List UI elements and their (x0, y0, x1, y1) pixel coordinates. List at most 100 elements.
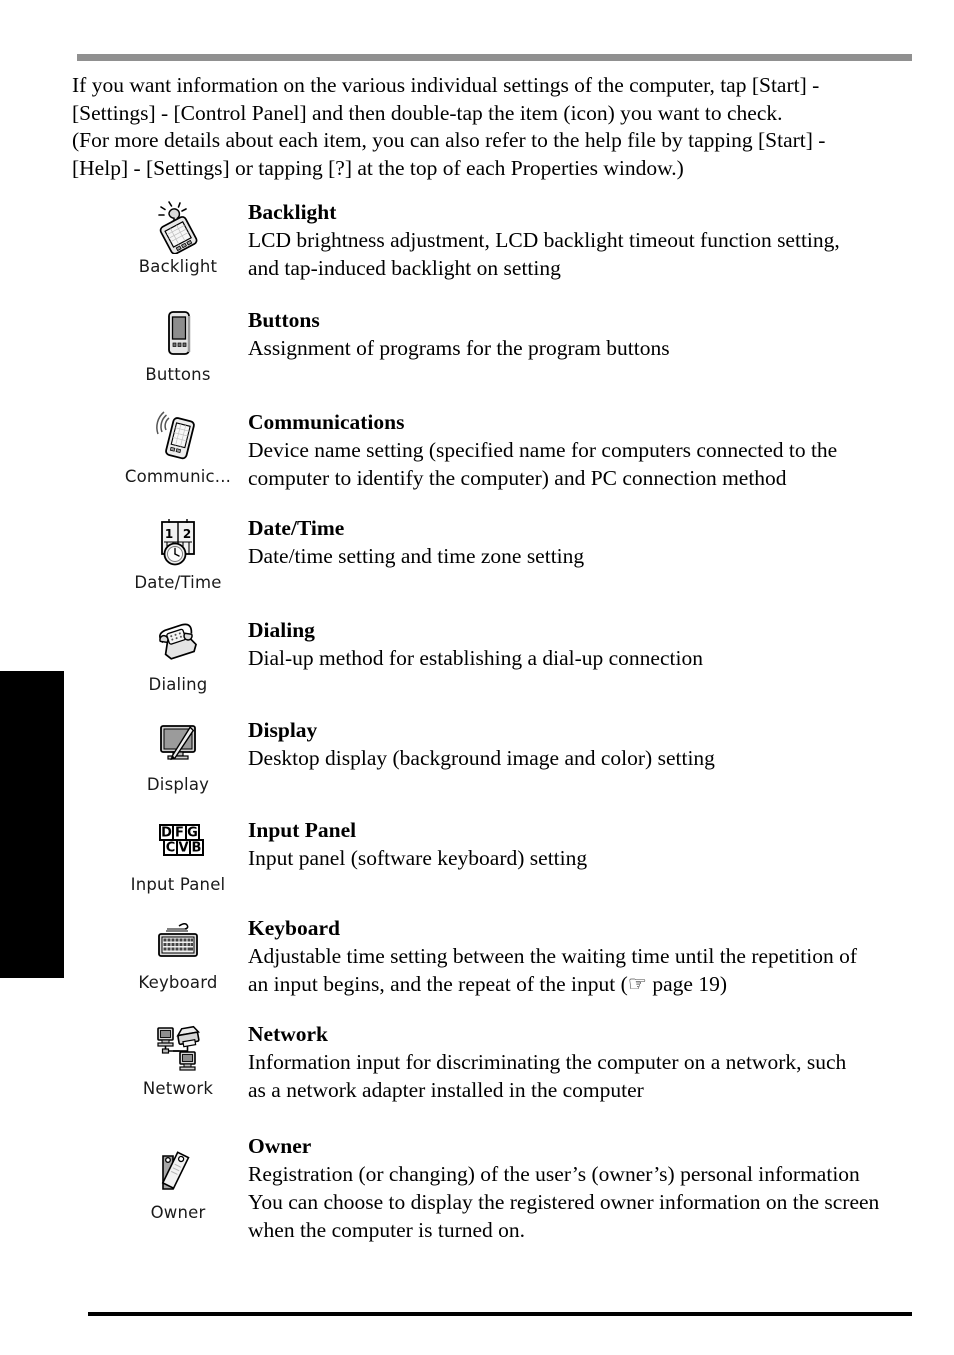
header-rule (77, 54, 912, 61)
icon-caption: Owner (150, 1203, 206, 1222)
intro-line: [Help] - [Settings] or tapping [?] at th… (72, 155, 684, 180)
backlight-icon (149, 198, 207, 254)
desc-line: Dial-up method for establishing a dial-u… (248, 646, 703, 670)
icon-caption: Input Panel (130, 875, 226, 894)
desc-line: and tap-induced backlight on setting (248, 256, 561, 280)
icon-caption: Display (146, 775, 210, 794)
list-item: Network Network Information input for di… (0, 1018, 954, 1104)
icon-column: Network (108, 1018, 248, 1098)
intro-line: (For more details about each item, you c… (72, 128, 826, 152)
desc-line: Adjustable time setting between the wait… (248, 944, 858, 968)
buttons-icon (149, 306, 207, 362)
entry-description: Registration (or changing) of the user’s… (248, 1160, 920, 1244)
text-column: Backlight LCD brightness adjustment, LCD… (248, 196, 954, 282)
entry-title: Network (248, 1022, 329, 1046)
intro-line: [Settings] - [Control Panel] and then do… (72, 100, 783, 125)
text-column: Owner Registration (or changing) of the … (248, 1130, 954, 1244)
desc-line: Input panel (software keyboard) setting (248, 846, 588, 870)
desc-line: Date/time setting and time zone setting (248, 544, 585, 568)
list-item: Buttons Buttons Assignment of programs f… (0, 304, 954, 384)
icon-caption: Buttons (145, 365, 211, 384)
entry-title: Input Panel (248, 818, 357, 842)
entry-title: Display (248, 718, 318, 742)
icon-caption: Backlight (138, 257, 218, 276)
text-column: Date/Time Date/time setting and time zon… (248, 512, 954, 570)
list-item: Communic... Communications Device name s… (0, 406, 954, 492)
dialing-icon (149, 616, 207, 672)
owner-icon (149, 1144, 207, 1200)
desc-line: Desktop display (background image and co… (248, 746, 715, 770)
icon-column: Buttons (108, 304, 248, 384)
icon-caption: Keyboard (138, 973, 218, 992)
display-icon (149, 716, 207, 772)
svg-text:G: G (187, 826, 198, 841)
entry-description: Date/time setting and time zone setting (248, 542, 920, 570)
icon-caption: Communic... (124, 467, 232, 486)
entry-title: Owner (248, 1134, 312, 1158)
icon-column: Keyboard (108, 912, 248, 992)
icon-caption: Network (142, 1079, 214, 1098)
text-column: Input Panel Input panel (software keyboa… (248, 814, 954, 872)
svg-text:B: B (192, 841, 202, 856)
desc-line: You can choose to display the registered… (248, 1190, 880, 1214)
text-column: Display Desktop display (background imag… (248, 714, 954, 772)
keyboard-icon (149, 914, 207, 970)
desc-line: Information input for discriminating the… (248, 1050, 847, 1074)
desc-line: Registration (or changing) of the user’s… (248, 1162, 860, 1186)
list-item: Owner Owner Registration (or changing) o… (0, 1130, 954, 1244)
icon-column: Dialing (108, 614, 248, 694)
entry-title: Keyboard (248, 916, 340, 940)
desc-line: Assignment of programs for the program b… (248, 336, 670, 360)
desc-line: when the computer is turned on. (248, 1218, 526, 1242)
desc-line: as a network adapter installed in the co… (248, 1078, 644, 1102)
entry-title: Communications (248, 410, 405, 434)
text-column: Buttons Assignment of programs for the p… (248, 304, 954, 362)
communications-icon (149, 408, 207, 464)
text-column: Network Information input for discrimina… (248, 1018, 954, 1104)
footer-rule (88, 1312, 912, 1316)
list-item: Dialing Dialing Dial-up method for estab… (0, 614, 954, 694)
entry-description: Input panel (software keyboard) setting (248, 844, 920, 872)
icon-column: Owner (108, 1130, 248, 1222)
list-item: Display Display Desktop display (backgro… (0, 714, 954, 794)
entry-title: Backlight (248, 200, 337, 224)
icon-column: Communic... (108, 406, 248, 486)
date-time-icon: 1 2 (149, 514, 207, 570)
entry-title: Date/Time (248, 516, 345, 540)
intro-line: If you want information on the various i… (72, 73, 820, 97)
text-column: Communications Device name setting (spec… (248, 406, 954, 492)
icon-caption: Date/Time (134, 573, 222, 592)
input-panel-icon: D F G C V B (149, 816, 207, 872)
icon-caption: Dialing (148, 675, 208, 694)
icon-column: Backlight (108, 196, 248, 276)
desc-line: Device name setting (specified name for … (248, 438, 838, 462)
list-item: Backlight Backlight LCD brightness adjus… (0, 196, 954, 282)
desc-line-with-page-ref: an input begins, and the repeat of the i… (248, 972, 727, 996)
svg-text:C: C (166, 841, 176, 856)
text-column: Keyboard Adjustable time setting between… (248, 912, 954, 998)
entry-description: LCD brightness adjustment, LCD backlight… (248, 226, 920, 282)
list-item: 1 2 Date/Time Date/Time Date/time settin… (0, 512, 954, 592)
entry-description: Adjustable time setting between the wait… (248, 942, 920, 998)
svg-text:2: 2 (183, 527, 191, 541)
svg-text:F: F (175, 826, 184, 841)
icon-column: 1 2 Date/Time (108, 512, 248, 592)
settings-item-list: Backlight Backlight LCD brightness adjus… (0, 196, 954, 1244)
desc-line: computer to identify the computer) and P… (248, 466, 787, 490)
text-column: Dialing Dial-up method for establishing … (248, 614, 954, 672)
entry-description: Desktop display (background image and co… (248, 744, 920, 772)
entry-description: Device name setting (specified name for … (248, 436, 920, 492)
list-item: D F G C V B Input Panel Input Panel Inpu… (0, 814, 954, 894)
svg-text:1: 1 (165, 527, 173, 541)
network-icon (149, 1020, 207, 1076)
list-item: Keyboard Keyboard Adjustable time settin… (0, 912, 954, 998)
entry-description: Assignment of programs for the program b… (248, 334, 920, 362)
desc-line: LCD brightness adjustment, LCD backlight… (248, 228, 840, 252)
entry-description: Information input for discriminating the… (248, 1048, 920, 1104)
svg-text:D: D (161, 826, 172, 841)
entry-title: Buttons (248, 308, 320, 332)
icon-column: Display (108, 714, 248, 794)
entry-description: Dial-up method for establishing a dial-u… (248, 644, 920, 672)
svg-text:V: V (178, 841, 188, 856)
icon-column: D F G C V B Input Panel (108, 814, 248, 894)
